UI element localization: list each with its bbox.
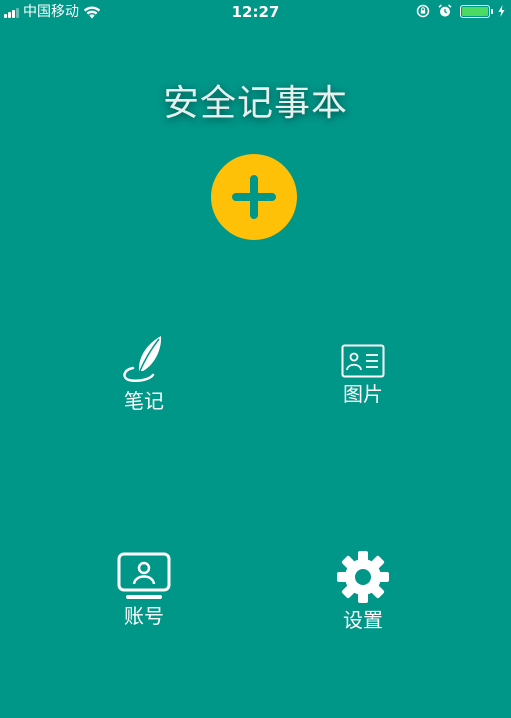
menu-item-label: 图片 [343,382,383,406]
menu-item-label: 设置 [343,608,383,632]
add-button[interactable] [211,154,297,240]
account-monitor-icon [74,552,214,600]
menu-item-label: 账号 [124,604,164,628]
lock-rotation-icon [416,4,430,18]
menu-item-pictures[interactable]: 图片 [293,344,433,406]
app-title: 安全记事本 [162,83,348,124]
battery-icon [460,4,493,18]
alarm-icon [438,4,452,18]
menu-item-label: 笔记 [124,389,164,413]
gear-icon [293,550,433,604]
status-bar: 中国移动 12:27 [0,0,511,26]
menu-item-settings[interactable]: 设置 [293,550,433,632]
feather-icon [74,333,214,385]
menu-item-notes[interactable]: 笔记 [74,333,214,413]
plus-icon [232,175,276,219]
status-right [416,4,505,18]
id-card-icon [293,344,433,378]
charging-icon [498,5,505,17]
menu-item-accounts[interactable]: 账号 [74,552,214,628]
